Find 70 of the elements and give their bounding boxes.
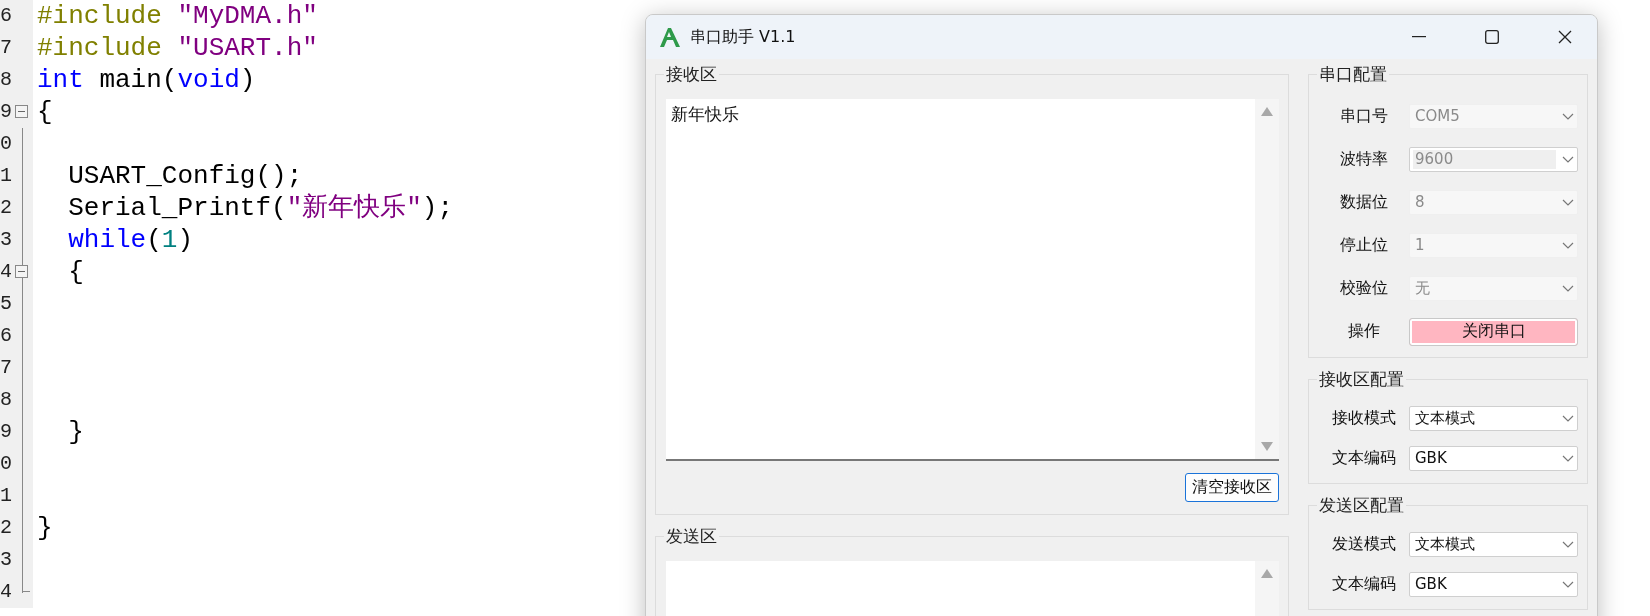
close-port-button[interactable]: 关闭串口 [1409, 317, 1578, 346]
field-label: 接收模式 [1331, 408, 1397, 429]
line-number: 4 [0, 579, 12, 605]
line-number: 3 [0, 547, 12, 573]
minimize-icon [1411, 36, 1426, 38]
field-label: 串口号 [1339, 106, 1389, 127]
line-number: 7 [0, 35, 12, 61]
line-number: 1 [0, 163, 12, 189]
code-line: { [36, 96, 53, 128]
code-line: while(1) [67, 224, 194, 256]
scroll-down-icon[interactable] [1261, 442, 1273, 451]
app-logo-icon [658, 26, 682, 48]
field-label: 发送模式 [1331, 534, 1397, 555]
line-number: 6 [0, 323, 12, 349]
clear-receive-button[interactable]: 清空接收区 [1185, 473, 1279, 502]
line-number: 0 [0, 131, 12, 157]
group-title: 串口配置 [1318, 63, 1388, 86]
chevron-down-icon [1562, 113, 1574, 120]
line-number: 5 [0, 291, 12, 317]
line-number: 4 [0, 259, 12, 285]
maximize-icon [1484, 30, 1499, 44]
code-line: int main(void) [36, 64, 256, 96]
chevron-down-icon [1562, 415, 1574, 422]
field-label: 操作 [1347, 321, 1381, 342]
field-label: 波特率 [1339, 149, 1389, 170]
scrollbar[interactable] [1255, 99, 1279, 459]
line-number: 7 [0, 355, 12, 381]
field-label: 数据位 [1339, 192, 1389, 213]
collapse-icon[interactable] [15, 105, 28, 118]
field-label: 校验位 [1339, 278, 1389, 299]
line-number: 8 [0, 67, 12, 93]
line-number: 2 [0, 195, 12, 221]
group-title: 接收区配置 [1318, 368, 1405, 391]
line-number: 8 [0, 387, 12, 413]
code-line: Serial_Printf("新年快乐"); [67, 192, 454, 224]
dropdown[interactable]: 文本模式 [1409, 532, 1578, 557]
window-title: 串口助手 V1.1 [690, 26, 796, 48]
line-number: 1 [0, 483, 12, 509]
line-number: 2 [0, 515, 12, 541]
dropdown[interactable]: GBK [1409, 572, 1578, 597]
line-number: 6 [0, 3, 12, 29]
scroll-up-icon[interactable] [1261, 569, 1273, 578]
line-number: 3 [0, 227, 12, 253]
code-line: } [67, 416, 84, 448]
chevron-down-icon [1562, 156, 1574, 163]
chevron-down-icon [1562, 242, 1574, 249]
chevron-down-icon [1562, 455, 1574, 462]
scroll-up-icon[interactable] [1261, 107, 1273, 116]
line-number: 0 [0, 451, 12, 477]
dropdown[interactable]: 文本模式 [1409, 406, 1578, 431]
chevron-down-icon [1562, 581, 1574, 588]
code-line: USART_Config(); [67, 160, 303, 192]
chevron-down-icon [1562, 199, 1574, 206]
line-number: 9 [0, 99, 12, 125]
group-title: 发送区配置 [1318, 494, 1405, 517]
field-label: 文本编码 [1331, 448, 1397, 469]
group-title: 接收区 [665, 63, 718, 86]
line-number: 9 [0, 419, 12, 445]
collapse-icon[interactable] [15, 265, 28, 278]
dropdown[interactable]: GBK [1409, 446, 1578, 471]
code-line: { [67, 256, 84, 288]
chevron-down-icon [1562, 541, 1574, 548]
code-line: } [36, 512, 53, 544]
field-label: 文本编码 [1331, 574, 1397, 595]
code-line: #include "MyDMA.h" [36, 0, 318, 32]
group-title: 发送区 [665, 525, 718, 548]
code-line: #include "USART.h" [36, 32, 318, 64]
field-label: 停止位 [1339, 235, 1389, 256]
chevron-down-icon [1562, 285, 1574, 292]
close-icon [1557, 30, 1572, 44]
